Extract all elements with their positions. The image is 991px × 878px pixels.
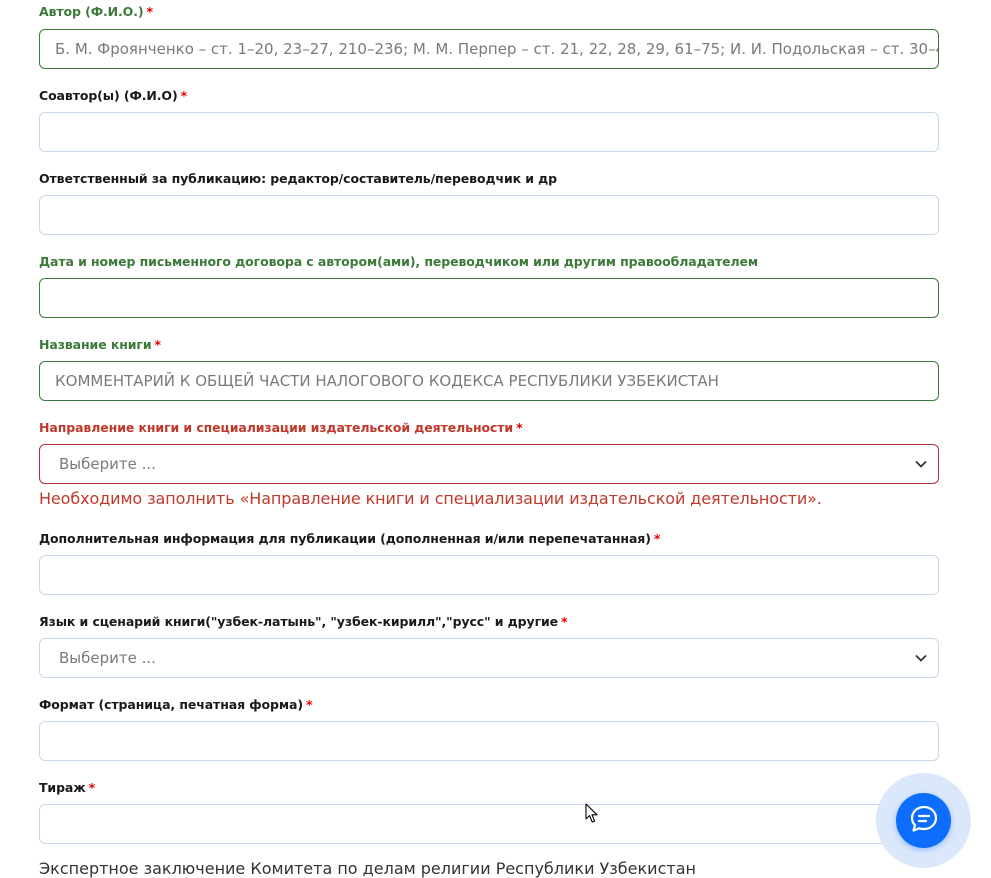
contract-label: Дата и номер письменного договора с авто… <box>39 254 759 269</box>
language-select[interactable]: Выберите ... <box>39 638 939 678</box>
contract-input[interactable] <box>39 278 939 318</box>
chat-button[interactable] <box>896 793 951 848</box>
direction-error-message: Необходимо заполнить «Направление книги … <box>39 489 822 508</box>
format-label: Формат (страница, печатная форма) * <box>39 697 313 712</box>
chat-bubble-icon <box>909 804 939 838</box>
direction-label: Направление книги и специализации издате… <box>39 420 523 435</box>
responsible-input[interactable] <box>39 195 939 235</box>
chevron-down-icon <box>904 460 938 468</box>
author-input[interactable]: Б. М. Фроянченко – ст. 1–20, 23–27, 210–… <box>39 29 939 69</box>
author-label: Автор (Ф.И.О.) * <box>39 4 153 19</box>
circulation-label: Тираж * <box>39 780 96 795</box>
section-title: Экспертное заключение Комитета по делам … <box>39 859 696 878</box>
direction-select[interactable]: Выберите ... <box>39 444 939 484</box>
direction-select-value: Выберите ... <box>59 455 156 473</box>
additional-input[interactable] <box>39 555 939 595</box>
coauthor-input[interactable] <box>39 112 939 152</box>
coauthor-label: Соавтор(ы) (Ф.И.О) * <box>39 88 188 103</box>
book-title-label: Название книги * <box>39 337 161 352</box>
language-label: Язык и сценарий книги("узбек-латынь", "у… <box>39 614 568 629</box>
mouse-cursor-icon <box>585 803 599 828</box>
book-title-input[interactable]: КОММЕНТАРИЙ К ОБЩЕЙ ЧАСТИ НАЛОГОВОГО КОД… <box>39 361 939 401</box>
language-select-value: Выберите ... <box>59 649 156 667</box>
chevron-down-icon <box>904 654 938 662</box>
format-input[interactable] <box>39 721 939 761</box>
responsible-label: Ответственный за публикацию: редактор/со… <box>39 171 558 186</box>
circulation-input[interactable] <box>39 804 939 844</box>
additional-label: Дополнительная информация для публикации… <box>39 531 661 546</box>
